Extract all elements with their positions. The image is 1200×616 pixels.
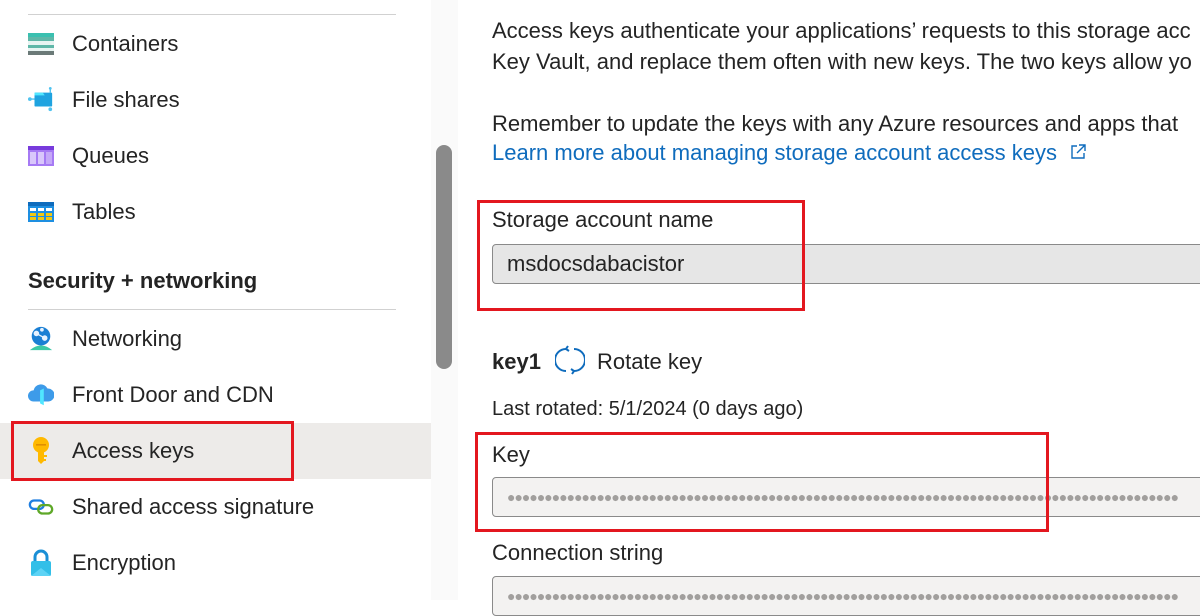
- learn-more-link[interactable]: Learn more about managing storage accoun…: [492, 140, 1087, 167]
- queues-icon: [28, 143, 54, 169]
- sidebar-item-label: Access keys: [72, 438, 195, 463]
- sidebar-item-encryption[interactable]: Encryption: [0, 535, 431, 591]
- storage-account-name-label: Storage account name: [492, 207, 714, 232]
- divider: [28, 309, 396, 310]
- sidebar-item-containers[interactable]: Containers: [0, 16, 431, 72]
- tables-icon: [28, 199, 54, 225]
- link-chain-icon: [28, 494, 54, 520]
- sidebar-item-access-keys[interactable]: Access keys: [0, 423, 431, 479]
- external-link-icon: [1069, 141, 1087, 167]
- sidebar-item-label: Shared access signature: [72, 494, 315, 519]
- connection-string-field[interactable]: ●●●●●●●●●●●●●●●●●●●●●●●●●●●●●●●●●●●●●●●●…: [492, 576, 1200, 616]
- intro-text-line-2: Key Vault, and replace them often with n…: [492, 49, 1192, 74]
- key-icon: [28, 437, 54, 464]
- sidebar-item-label: Front Door and CDN: [72, 382, 274, 407]
- reminder-text: Remember to update the keys with any Azu…: [492, 111, 1179, 136]
- lock-icon: [28, 549, 54, 576]
- sidebar-item-front-door-cdn[interactable]: Front Door and CDN: [0, 367, 431, 423]
- section-header-security-networking: Security + networking: [28, 268, 258, 293]
- sidebar-item-label: Networking: [72, 326, 183, 351]
- divider: [28, 14, 396, 15]
- sidebar-item-label: Queues: [72, 143, 150, 168]
- sidebar-item-file-shares[interactable]: File shares: [0, 72, 431, 128]
- intro-text-line-1: Access keys authenticate your applicatio…: [492, 18, 1191, 43]
- networking-icon: [28, 326, 54, 352]
- key-field[interactable]: ●●●●●●●●●●●●●●●●●●●●●●●●●●●●●●●●●●●●●●●●…: [492, 477, 1200, 517]
- access-keys-panel: Access keys authenticate your applicatio…: [458, 0, 1200, 616]
- sidebar-item-label: Containers: [72, 31, 179, 56]
- rotate-key-label: Rotate key: [596, 349, 703, 374]
- key-label: Key: [492, 442, 530, 467]
- sidebar-item-label: File shares: [72, 87, 180, 112]
- connection-string-label: Connection string: [492, 540, 664, 565]
- learn-more-link-text: Learn more about managing storage accoun…: [492, 140, 1057, 165]
- sidebar-item-queues[interactable]: Queues: [0, 128, 431, 184]
- front-door-icon: [28, 382, 54, 408]
- containers-icon: [28, 31, 54, 57]
- sidebar-item-label: Encryption: [72, 550, 176, 575]
- last-rotated-text: Last rotated: 5/1/2024 (0 days ago): [492, 398, 804, 420]
- sidebar: Containers File shares Queues Tables Sec…: [0, 0, 431, 600]
- sidebar-item-label: Tables: [72, 199, 136, 224]
- rotate-key-button[interactable]: Rotate key: [554, 344, 703, 380]
- key1-header: key1 Rotate key: [492, 344, 703, 380]
- sidebar-item-shared-access-signature[interactable]: Shared access signature: [0, 479, 431, 535]
- sidebar-item-tables[interactable]: Tables: [0, 184, 431, 240]
- sidebar-scrollbar-thumb[interactable]: [436, 145, 452, 369]
- rotate-icon: [554, 344, 586, 380]
- file-shares-icon: [28, 87, 54, 113]
- storage-account-name-field[interactable]: msdocsdabacistor: [492, 244, 1200, 284]
- key1-title: key1: [492, 349, 541, 374]
- sidebar-item-networking[interactable]: Networking: [0, 311, 431, 367]
